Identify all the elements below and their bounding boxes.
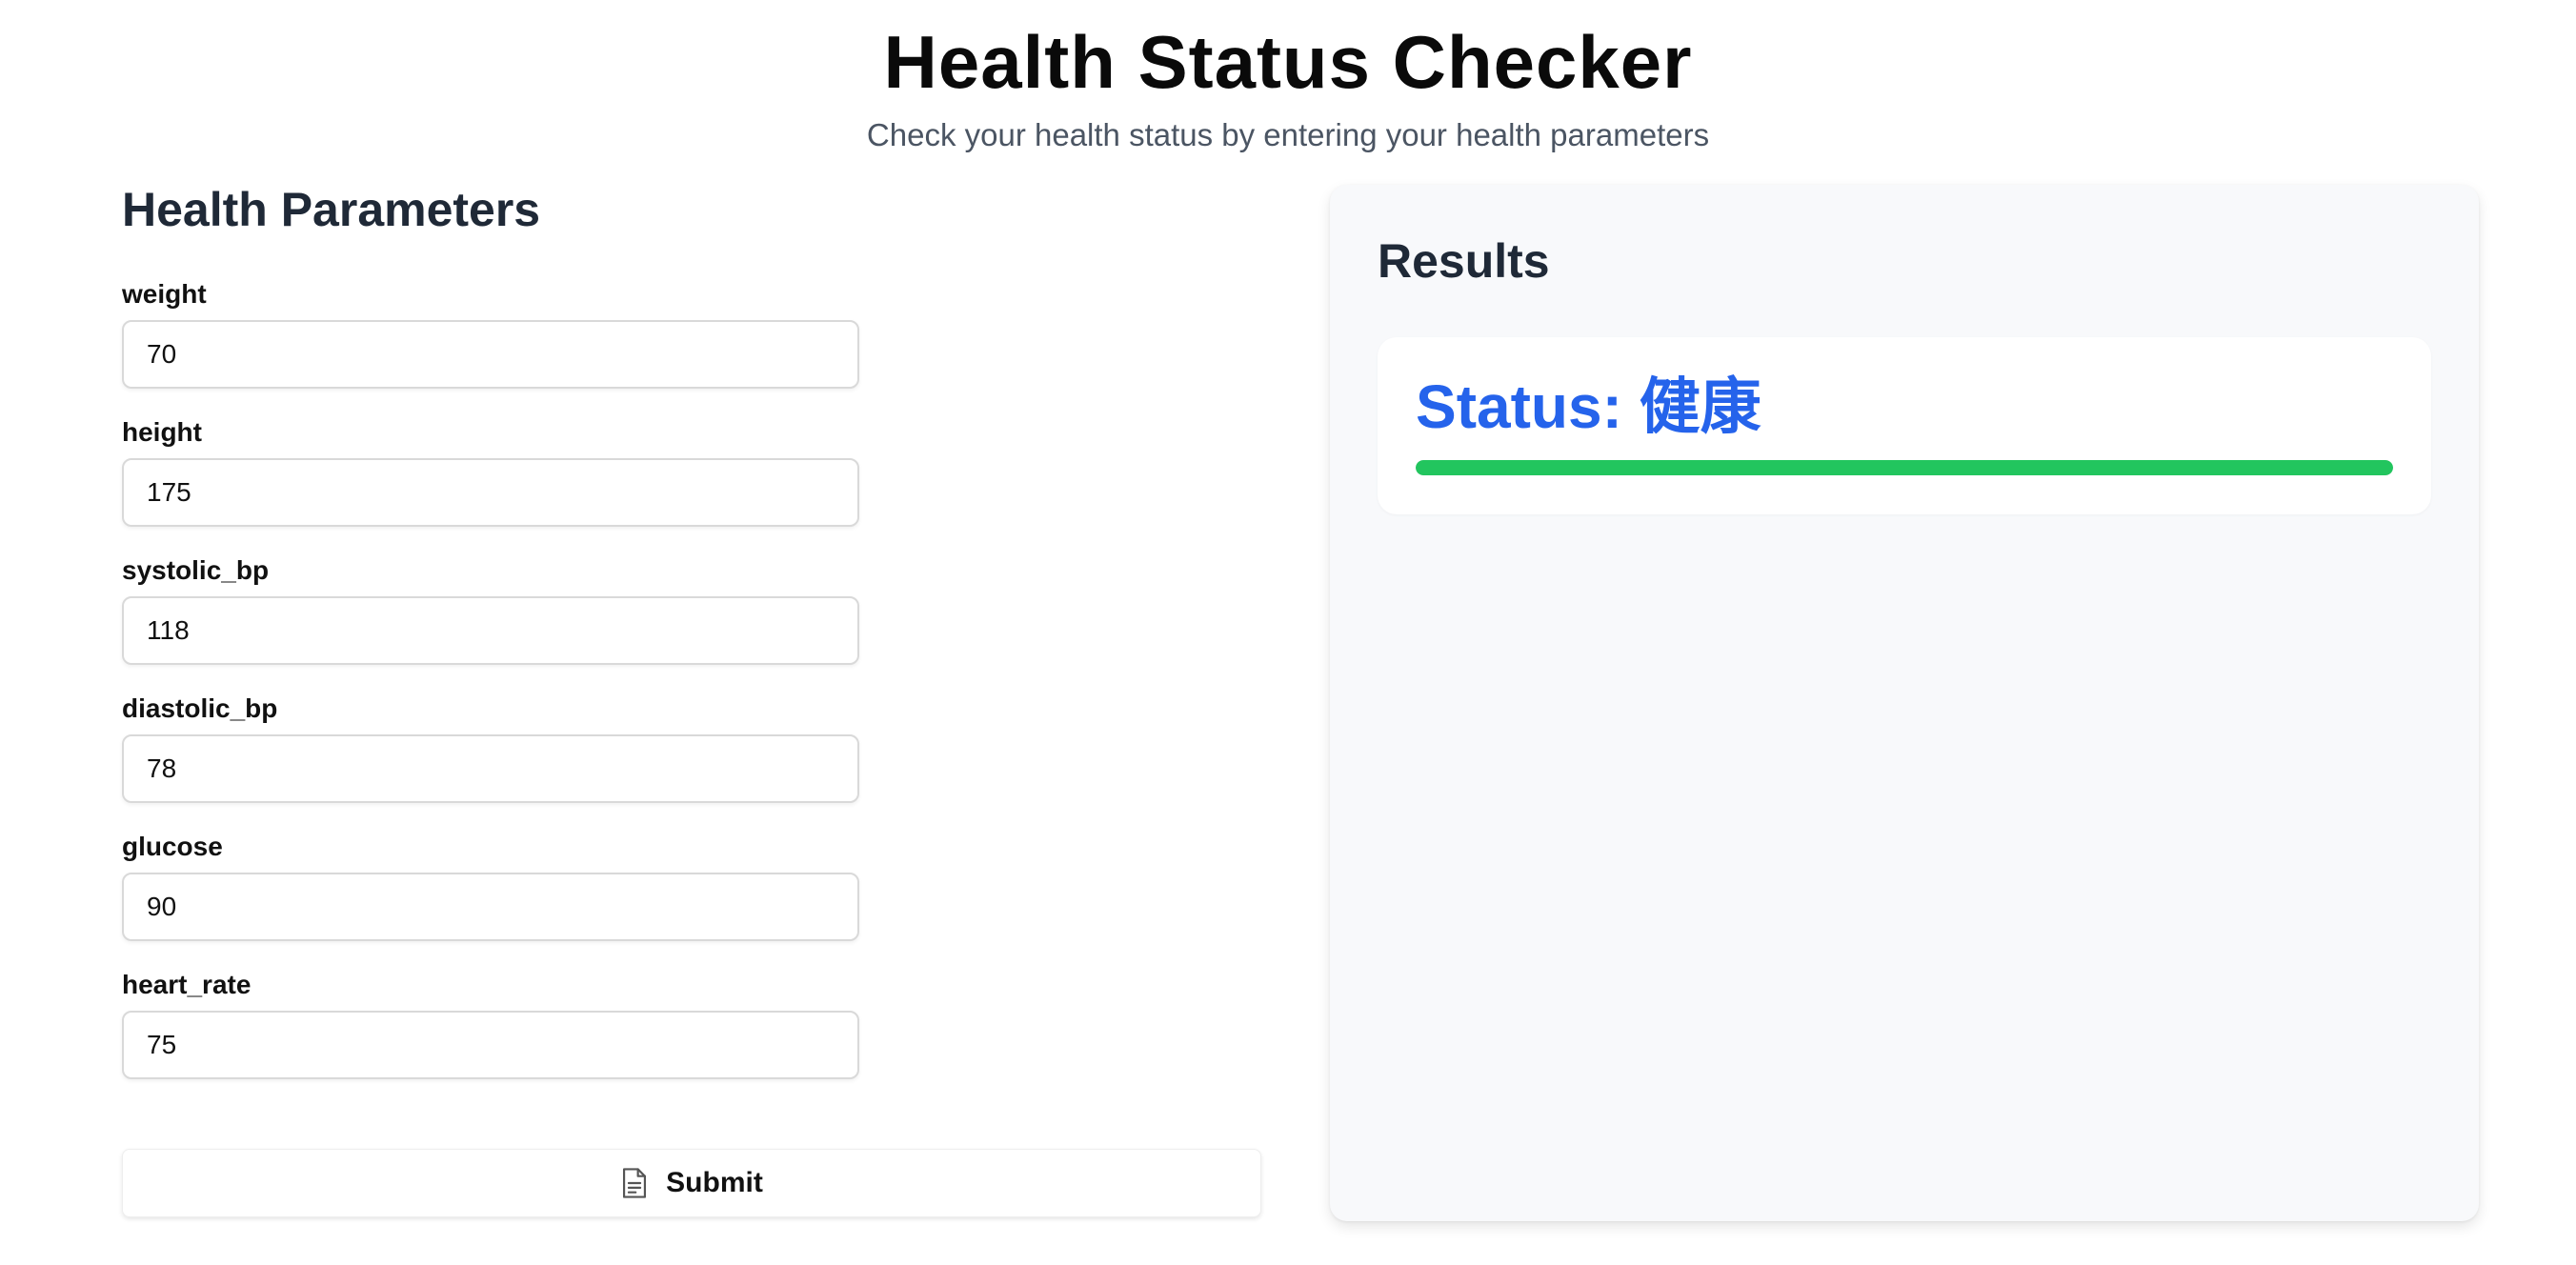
results-panel: Results Status: 健康 [1330,185,2479,1221]
height-field: height [122,416,1261,527]
document-icon [623,1168,647,1198]
submit-label: Submit [666,1167,763,1198]
page-header: Health Status Checker Check your health … [0,23,2576,154]
results-title: Results [1378,234,1550,288]
systolic-bp-input[interactable] [122,596,859,665]
weight-label: weight [122,279,207,309]
glucose-input[interactable] [122,873,859,941]
systolic-bp-label: systolic_bp [122,555,270,585]
page: Health Status Checker Check your health … [0,0,2576,1265]
heart-rate-field: heart_rate [122,969,1261,1079]
status-card: Status: 健康 [1378,337,2431,514]
diastolic-bp-label: diastolic_bp [122,693,278,723]
weight-field: weight [122,278,1261,389]
health-parameters-form: Health Parameters weight height systolic… [122,181,1261,1107]
weight-input[interactable] [122,320,859,389]
height-label: height [122,417,202,447]
glucose-label: glucose [122,832,223,861]
status-progress-bar [1416,460,2393,475]
status-line: Status: 健康 [1416,373,2393,441]
height-input[interactable] [122,458,859,527]
page-title: Health Status Checker [883,20,1693,104]
status-prefix: Status: [1416,372,1640,441]
diastolic-bp-field: diastolic_bp [122,693,1261,803]
form-title: Health Parameters [122,183,541,236]
submit-button[interactable]: Submit [122,1149,1261,1217]
status-value: 健康 [1639,372,1761,443]
glucose-field: glucose [122,831,1261,941]
status-progress-fill [1416,460,2393,475]
page-subtitle: Check your health status by entering you… [866,117,1710,152]
diastolic-bp-input[interactable] [122,734,859,803]
heart-rate-input[interactable] [122,1011,859,1079]
heart-rate-label: heart_rate [122,970,252,999]
systolic-bp-field: systolic_bp [122,554,1261,665]
